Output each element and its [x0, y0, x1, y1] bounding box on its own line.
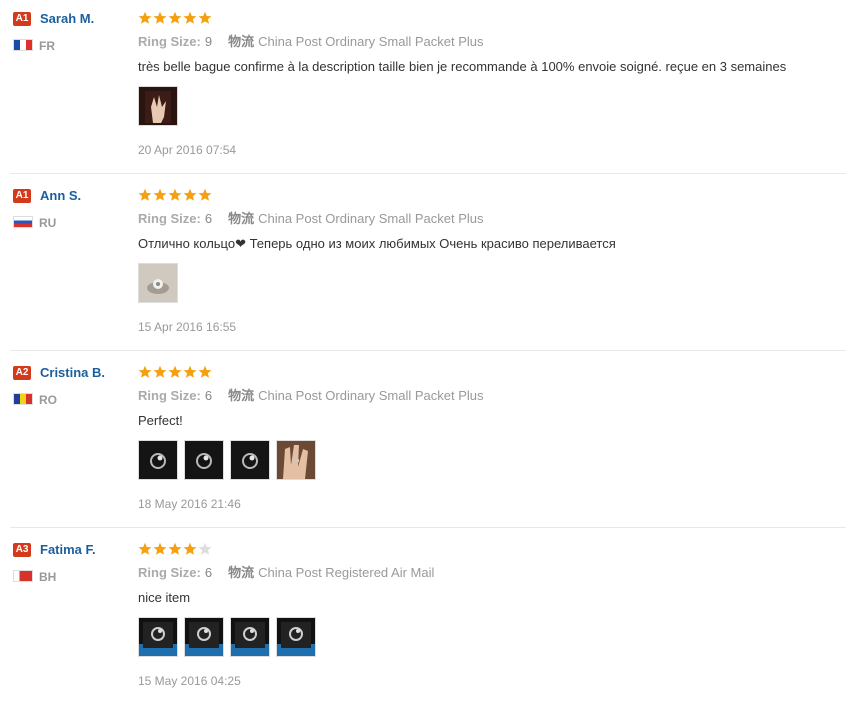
star-filled-icon [138, 11, 152, 24]
shipping-label: 物流 [228, 211, 255, 226]
review-photos [138, 263, 178, 303]
star-empty-icon [198, 542, 212, 555]
star-filled-icon [138, 188, 152, 201]
country-flag-icon [13, 216, 33, 228]
divider [10, 527, 846, 528]
review-date: 15 Apr 2016 16:55 [138, 320, 237, 334]
star-filled-icon [183, 365, 197, 378]
ring-size-value: 6 [204, 565, 213, 580]
review-photo-thumbnail[interactable] [138, 86, 178, 126]
review-date: 15 May 2016 04:25 [138, 674, 241, 688]
star-filled-icon [138, 542, 152, 555]
review-photo-thumbnail[interactable] [138, 263, 178, 303]
star-filled-icon [183, 11, 197, 24]
star-filled-icon [198, 365, 212, 378]
order-info: Ring Size: 9 物流 China Post Ordinary Small P… [138, 34, 484, 50]
shipping-method: China Post Ordinary Small Packet Plus [258, 388, 484, 403]
star-filled-icon [198, 188, 212, 201]
review-item: A1 Sarah M. FR Ring Size: 9 物流 China Post Ordi… [0, 0, 846, 177]
reviewer-name[interactable]: Cristina B. [40, 365, 105, 381]
reviewer-name[interactable]: Sarah M. [40, 11, 94, 27]
star-filled-icon [153, 365, 167, 378]
review-photos [138, 86, 178, 126]
reviewer-name[interactable]: Fatima F. [40, 542, 96, 558]
divider [10, 173, 846, 174]
star-rating [138, 542, 212, 556]
review-photo-thumbnail[interactable] [138, 617, 178, 657]
reviewer-country: RO [39, 393, 57, 407]
order-info: Ring Size: 6 物流 China Post Ordinary Small P… [138, 388, 484, 404]
order-info: Ring Size: 6 物流 China Post Registered Air M… [138, 565, 434, 581]
review-photo-thumbnail[interactable] [184, 440, 224, 480]
review-text: très belle bague confirme à la descripti… [138, 59, 787, 74]
review-photo-thumbnail[interactable] [230, 440, 270, 480]
country-flag-icon [13, 570, 33, 582]
review-photo-thumbnail[interactable] [184, 617, 224, 657]
review-photos [138, 617, 316, 657]
shipping-label: 物流 [228, 34, 255, 49]
star-filled-icon [168, 365, 182, 378]
order-info: Ring Size: 6 物流 China Post Ordinary Small P… [138, 211, 484, 227]
review-text: Отлично кольцо❤ Теперь одно из моих люби… [138, 236, 616, 251]
star-rating [138, 365, 212, 379]
country-flag-icon [13, 39, 33, 51]
star-filled-icon [183, 188, 197, 201]
review-text: Perfect! [138, 413, 183, 428]
star-filled-icon [168, 11, 182, 24]
review-item: A3 Fatima F. BH Ring Size: 6 物流 China Post Reg… [0, 531, 846, 708]
review-photos [138, 440, 316, 480]
review-photo-thumbnail[interactable] [276, 440, 316, 480]
star-filled-icon [168, 542, 182, 555]
review-date: 18 May 2016 21:46 [138, 497, 241, 511]
buyer-level-badge: A1 [13, 12, 31, 26]
shipping-method: China Post Registered Air Mail [258, 565, 435, 580]
review-text: nice item [138, 590, 191, 605]
ring-size-value: 6 [204, 211, 213, 226]
ring-size-label: Ring Size: [138, 34, 201, 49]
star-filled-icon [153, 11, 167, 24]
divider [10, 350, 846, 351]
ring-size-label: Ring Size: [138, 388, 201, 403]
review-date: 20 Apr 2016 07:54 [138, 143, 237, 157]
star-filled-icon [138, 365, 152, 378]
star-rating [138, 188, 212, 202]
reviewer-country: FR [39, 39, 55, 53]
shipping-label: 物流 [228, 565, 255, 580]
review-item: A1 Ann S. RU Ring Size: 6 物流 China Post Ordina… [0, 177, 846, 354]
ring-size-value: 6 [204, 388, 213, 403]
shipping-method: China Post Ordinary Small Packet Plus [258, 34, 484, 49]
ring-size-label: Ring Size: [138, 565, 201, 580]
star-filled-icon [168, 188, 182, 201]
star-filled-icon [198, 11, 212, 24]
review-item: A2 Cristina B. RO Ring Size: 6 物流 China Post O… [0, 354, 846, 531]
shipping-label: 物流 [228, 388, 255, 403]
shipping-method: China Post Ordinary Small Packet Plus [258, 211, 484, 226]
buyer-level-badge: A3 [13, 543, 31, 557]
star-rating [138, 11, 212, 25]
buyer-level-badge: A2 [13, 366, 31, 380]
star-filled-icon [153, 188, 167, 201]
review-photo-thumbnail[interactable] [138, 440, 178, 480]
reviewer-name[interactable]: Ann S. [40, 188, 81, 204]
star-filled-icon [183, 542, 197, 555]
ring-size-label: Ring Size: [138, 211, 201, 226]
reviewer-country: BH [39, 570, 57, 584]
country-flag-icon [13, 393, 33, 405]
star-filled-icon [153, 542, 167, 555]
buyer-level-badge: A1 [13, 189, 31, 203]
ring-size-value: 9 [204, 34, 213, 49]
review-photo-thumbnail[interactable] [230, 617, 270, 657]
reviewer-country: RU [39, 216, 57, 230]
review-photo-thumbnail[interactable] [276, 617, 316, 657]
